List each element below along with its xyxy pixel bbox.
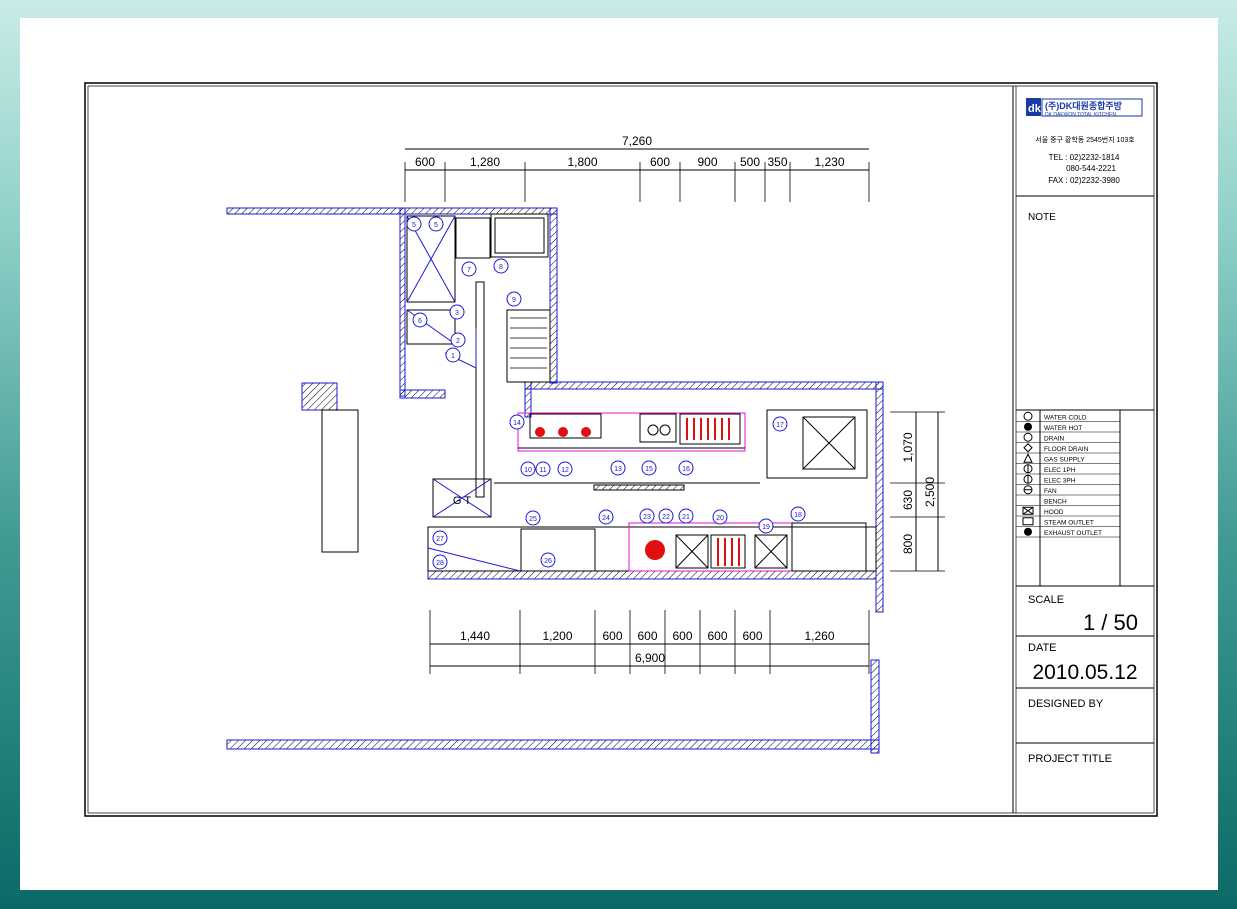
segment-dimension: 1,280: [470, 155, 500, 169]
legend-symbol-5: [1023, 464, 1033, 474]
segment-dimension: 900: [697, 155, 717, 169]
scale-value: 1 / 50: [1083, 610, 1138, 635]
item-number: 21: [682, 514, 690, 521]
item-number: 2: [456, 338, 460, 345]
legend: WATER COLD WATER HOT DRAIN FLOOR DRAIN GAS S…: [1016, 410, 1121, 586]
bottom-cooking-line: [427, 522, 877, 572]
tel-line-2: 080-544-2221: [1066, 164, 1116, 173]
legend-label-10: STEAM OUTLET: [1044, 519, 1094, 526]
storage-room: [406, 213, 551, 498]
total-dimension: 7,260: [622, 134, 652, 148]
drawing-sheet: dk (주)DK대원종합주방 DK DAEWON TOTAL KITCHEN 서…: [20, 18, 1218, 890]
item-number: 10: [524, 467, 532, 474]
scale-label: SCALE: [1028, 594, 1064, 606]
legend-label-6: ELEC 3PH: [1044, 477, 1076, 484]
svg-text:dk: dk: [1028, 103, 1042, 115]
fax-line: FAX : 02)2232-3980: [1048, 176, 1120, 185]
segment-dimension: 350: [767, 155, 787, 169]
gt-label: G T: [453, 495, 471, 507]
legend-label-8: BENCH: [1044, 498, 1067, 505]
legend-label-9: HOOD: [1044, 509, 1064, 516]
project-title-label: PROJECT TITLE: [1028, 753, 1112, 765]
item-number: 11: [539, 467, 546, 474]
legend-symbol-0: [1023, 411, 1033, 421]
legend-symbol-7: [1023, 485, 1033, 495]
item-number: 27: [436, 536, 444, 543]
item-callouts: 1235 567 8910 11 12 131415 1617181920212223242…: [406, 216, 806, 570]
item-number: 23: [643, 514, 651, 521]
tel-line: TEL : 02)2232-1814: [1049, 153, 1120, 162]
item-number: 9: [512, 297, 516, 304]
item-number: 19: [762, 524, 770, 531]
company-logo: dk (주)DK대원종합주방 DK DAEWON TOTAL KITCHEN: [1026, 98, 1143, 118]
legend-symbol-3: [1023, 443, 1033, 453]
dimensions: 7,260 600 1,280 1,800 600 900 500 350 1,230 6,900…: [404, 134, 945, 674]
total-dimension: 2,500: [923, 477, 937, 507]
legend-symbol-6: [1023, 474, 1033, 484]
title-block: dk (주)DK대원종합주방 DK DAEWON TOTAL KITCHEN 서…: [1016, 98, 1154, 765]
date-label: DATE: [1028, 642, 1057, 654]
segment-dimension: 1,230: [814, 155, 844, 169]
legend-symbol-9: [1022, 506, 1034, 515]
legend-symbol-4: [1023, 453, 1033, 463]
company-name-kr: (주)DK대원종합주방: [1045, 100, 1123, 111]
segment-dimension: 600: [637, 629, 657, 643]
segment-dimension: 500: [740, 155, 760, 169]
segment-dimension: 600: [707, 629, 727, 643]
item-number: 15: [645, 466, 653, 473]
legend-label-5: ELEC 1PH: [1044, 467, 1076, 474]
item-number: 1: [451, 353, 455, 360]
sheet-border: [84, 82, 1158, 817]
item-number: 24: [602, 515, 610, 522]
item-number: 12: [561, 467, 569, 474]
segment-dimension: 630: [901, 490, 915, 510]
item-number: 6: [418, 318, 422, 325]
legend-symbol-10: [1022, 517, 1034, 526]
item-number: 17: [776, 422, 784, 429]
company-name-en: DK DAEWON TOTAL KITCHEN: [1045, 112, 1116, 118]
legend-label-7: FAN: [1044, 488, 1057, 495]
date-value: 2010.05.12: [1032, 661, 1137, 684]
legend-label-2: DRAIN: [1044, 435, 1065, 442]
item-number: 25: [529, 516, 537, 523]
designed-by-label: DESIGNED BY: [1028, 698, 1104, 710]
legend-label-4: GAS SUPPLY: [1044, 456, 1085, 463]
legend-symbol-11: [1024, 527, 1032, 536]
item-number: 5: [434, 222, 438, 229]
legend-symbol-2: [1023, 432, 1033, 442]
item-number: 3: [455, 310, 459, 317]
item-number: 26: [544, 558, 552, 565]
item-number: 5: [412, 222, 416, 229]
segment-dimension: 600: [650, 155, 670, 169]
item-number: 20: [716, 515, 724, 522]
item-number: 28: [436, 560, 444, 567]
segment-dimension: 600: [602, 629, 622, 643]
segment-dimension: 600: [415, 155, 435, 169]
segment-dimension: 1,800: [567, 155, 597, 169]
legend-label-11: EXHAUST OUTLET: [1044, 530, 1102, 537]
segment-dimension: 1,260: [804, 629, 834, 643]
segment-dimension: 600: [672, 629, 692, 643]
legend-symbol-1: [1024, 422, 1032, 431]
legend-label-3: FLOOR DRAIN: [1044, 446, 1089, 453]
legend-label-0: WATER COLD: [1044, 414, 1087, 421]
item-number: 14: [513, 420, 521, 427]
note-label: NOTE: [1028, 212, 1056, 223]
kitchen-floor-plan: dk (주)DK대원종합주방 DK DAEWON TOTAL KITCHEN 서…: [84, 82, 1158, 817]
segment-dimension: 1,070: [901, 432, 915, 462]
segment-dimension: 600: [742, 629, 762, 643]
legend-label-1: WATER HOT: [1044, 425, 1082, 432]
company-address: 서울 중구 황학동 2545번지 103호: [1035, 135, 1135, 144]
segment-dimension: 1,440: [460, 629, 490, 643]
total-dimension: 6,900: [635, 651, 665, 665]
item-number: 8: [499, 264, 503, 271]
item-number: 22: [662, 514, 670, 521]
segment-dimension: 1,200: [542, 629, 572, 643]
segment-dimension: 800: [901, 534, 915, 554]
item-number: 7: [467, 267, 471, 274]
walls: [226, 207, 884, 754]
item-number: 16: [682, 466, 690, 473]
item-number: 13: [614, 466, 622, 473]
item-number: 18: [794, 512, 802, 519]
